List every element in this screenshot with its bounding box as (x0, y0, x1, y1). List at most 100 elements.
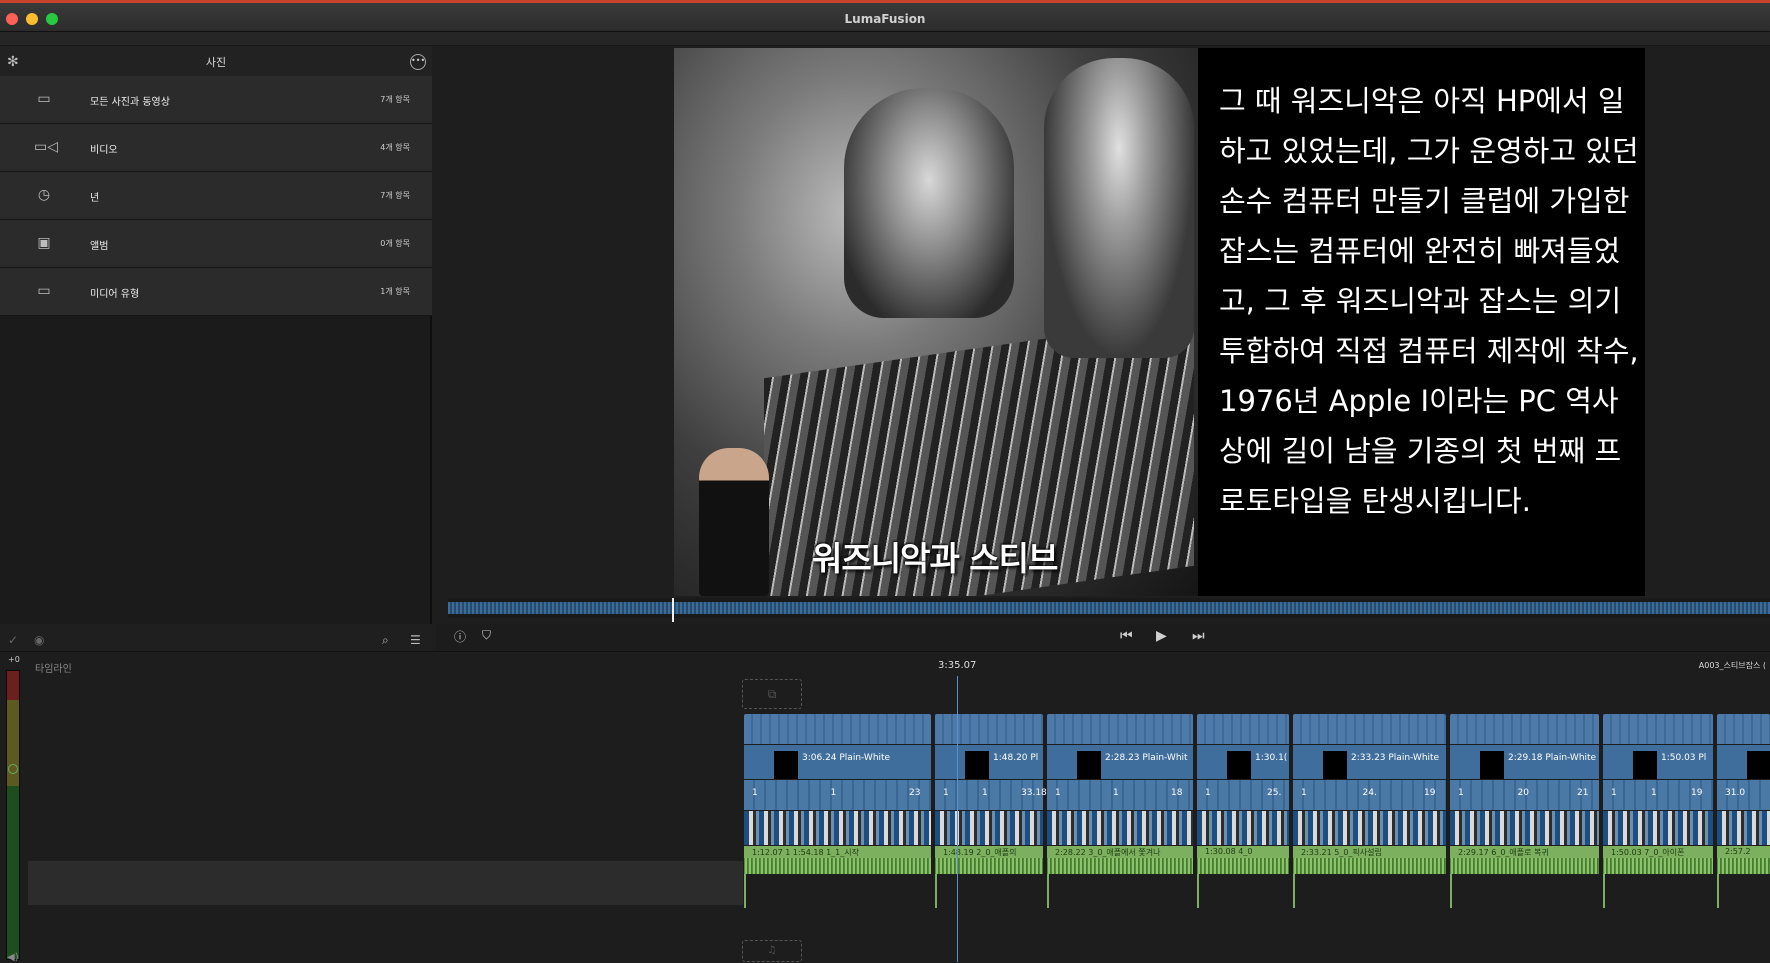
audio-clip-label: 2:57.2 (1725, 847, 1751, 856)
overlay-marker-label: 1 (1611, 788, 1617, 798)
scrub-playhead[interactable] (672, 598, 674, 622)
photo-thumbnails-band (1450, 811, 1599, 845)
audio-waveform (1603, 858, 1713, 874)
timeline-clip[interactable]: 1:30.1(1 25. 1:30.08 4_0 (1197, 714, 1289, 908)
album-icon: ▣ (37, 235, 51, 251)
skip-back-button[interactable]: ⏮ (1120, 628, 1133, 644)
add-audio-placeholder[interactable]: ♫ (742, 940, 802, 962)
timeline-clip[interactable]: 2:33.23 Plain-White 1 24. 19 2:33.21 5_0_픽사설… (1293, 714, 1446, 908)
timeline-clip[interactable]: 31.0 2:57.2 (1717, 714, 1770, 908)
clip-duration-label: 1:30.1( (1255, 753, 1288, 763)
overlay-track-band: 31.0 (1717, 780, 1770, 810)
overlay-marker-label: 23 (909, 788, 921, 798)
skip-forward-button[interactable]: ⏭ (1192, 628, 1205, 644)
overlay-marker-label: 20 (1517, 788, 1529, 798)
video-track-band: 2:28.23 Plain-Whit (1047, 745, 1193, 779)
track-highlight (28, 861, 743, 905)
audio-track-band: 2:29.17 6_0_애플로 복귀 (1450, 846, 1599, 874)
audio-track-band: 1:12.07 1 1:54.18 1_1_시작 (744, 846, 931, 874)
video-track-band: 2:29.18 Plain-White (1450, 745, 1599, 779)
audio-waveform (1293, 858, 1446, 874)
overlay-marker-label: 33.18 (1021, 788, 1047, 798)
audio-clip-label: 2:33.21 5_0_픽사설립 (1301, 848, 1382, 857)
title-track-band (1603, 714, 1713, 744)
title-track-band (1450, 714, 1599, 744)
video-track-band: 1:48.20 Pl (935, 745, 1043, 779)
library-row-media-types[interactable]: ▭ 미디어 유형 1개 항목 (0, 268, 432, 316)
library-row-label: 앨범 (90, 241, 109, 252)
library-panel: ✻ 사진 ••• ▭ 모든 사진과 동영상 7개 항목 ▭◁ 비디오 4개 항목… (0, 46, 432, 654)
overlay-marker-label: 18 (1171, 788, 1183, 798)
audio-clip-label: 2:28.22 3_0_애플에서 쫓겨나 (1055, 848, 1161, 857)
timeline-clip[interactable]: 2:28.23 Plain-Whit 1 1 18 2:28.22 3_0_애플에서 쫓… (1047, 714, 1193, 908)
transport-bar: ⓘ ⛉ ⏮ ▶ ⏭ (436, 624, 1770, 650)
overlay-marker-label: 1 (1205, 788, 1211, 798)
video-camera-icon: ▭◁ (34, 139, 58, 155)
speaker-icon[interactable]: ◀) (7, 952, 19, 963)
clip-thumbnail (774, 751, 798, 779)
info-icon[interactable]: ⓘ (454, 628, 466, 645)
clip-duration-label: 1:50.03 Pl (1661, 753, 1707, 763)
library-row-videos[interactable]: ▭◁ 비디오 4개 항목 (0, 124, 432, 172)
timeline-clip[interactable]: 1:50.03 Pl 1 1 19 1:50.03 7_0_아이폰 (1603, 714, 1713, 908)
audio-clip-edge (1603, 874, 1605, 908)
timeline-clip[interactable]: 2:29.18 Plain-White 1 20 21 2:29.17 6_0_애플로 … (1450, 714, 1599, 908)
volume-knob[interactable] (8, 764, 18, 774)
overlay-marker-label: 31.0 (1725, 788, 1746, 798)
video-caption: 워즈니악과 스티브 (812, 539, 1058, 578)
clip-thumbnail (1077, 751, 1101, 779)
library-row-years[interactable]: ◷ 년 7개 항목 (0, 172, 432, 220)
video-track-band: 1:30.1( (1197, 745, 1289, 779)
scrub-bar[interactable] (448, 598, 1770, 622)
photo-thumbnails-band (935, 811, 1043, 845)
video-track-band (1717, 745, 1770, 779)
audio-waveform (935, 858, 1043, 874)
library-row-count: 1개 항목 (380, 287, 410, 296)
library-list: ▭ 모든 사진과 동영상 7개 항목 ▭◁ 비디오 4개 항목 ◷ 년 7개 항… (0, 76, 432, 316)
timeline-clip[interactable]: 3:06.24 Plain-White 1 1 23 1:12.07 1 1:54.18… (744, 714, 931, 908)
ellipsis-circle-icon[interactable]: ••• (410, 54, 426, 70)
library-row-count: 0개 항목 (380, 239, 410, 248)
overlay-marker-label: 1 (1651, 788, 1657, 798)
play-button[interactable]: ▶ (1156, 628, 1167, 644)
add-overlay-placeholder[interactable]: ⧉ (742, 679, 802, 709)
person-image (844, 88, 1014, 318)
title-track-band (1047, 714, 1193, 744)
video-frame[interactable]: 워즈니악과 스티브 그 때 워즈니악은 아직 HP에서 일하고 있었는데, 그가… (674, 48, 1645, 596)
search-icon[interactable]: ⌕ (382, 633, 389, 648)
audio-track-band: 2:28.22 3_0_애플에서 쫓겨나 (1047, 846, 1193, 874)
photo-thumbnails-band (1197, 811, 1289, 845)
audio-waveform (1717, 858, 1770, 874)
narration-text: 그 때 워즈니악은 아직 HP에서 일하고 있었는데, 그가 운영하고 있던 손… (1219, 84, 1639, 518)
record-icon[interactable]: ◉ (34, 633, 44, 647)
folder-icon: ▭ (37, 91, 51, 107)
library-row-albums[interactable]: ▣ 앨범 0개 항목 (0, 220, 432, 268)
clip-thumbnail (1323, 751, 1347, 779)
library-header: ✻ 사진 ••• (0, 46, 432, 76)
audio-clip-edge (1047, 874, 1049, 908)
audio-clip-label: 1:30.08 4_0 (1205, 847, 1253, 856)
video-track-band: 3:06.24 Plain-White (744, 745, 931, 779)
calendar-photo-icon: ◷ (37, 187, 51, 203)
library-options-icon[interactable]: ☰ (410, 633, 421, 647)
overlay-marker-label: 1 (1113, 788, 1119, 798)
title-bar: LumaFusion (0, 0, 1770, 32)
checkmark-icon[interactable]: ✓ (8, 633, 18, 647)
audio-clip-label: 1:50.03 7_0_아이폰 (1611, 848, 1685, 857)
marker-icon[interactable]: ⛉ (482, 628, 491, 643)
overlay-marker-label: 1 (1458, 788, 1464, 798)
overlay-marker-label: 19 (1691, 788, 1703, 798)
audio-clip-edge (1197, 874, 1199, 908)
photo-thumbnails-band (1293, 811, 1446, 845)
timeline-playhead[interactable] (957, 676, 958, 962)
timeline-clip[interactable]: 1:48.20 Pl 1 1 33.18 1:48.19 2_0_애플의 (935, 714, 1047, 908)
audio-waveform (1047, 858, 1193, 874)
overlay-marker-label: 1 (1301, 788, 1307, 798)
archival-photo (674, 48, 1198, 596)
overlay-marker-label: 19 (1424, 788, 1436, 798)
overlay-marker-label: 1 (1055, 788, 1061, 798)
title-track-band (1717, 714, 1770, 744)
library-row-all-photos[interactable]: ▭ 모든 사진과 동영상 7개 항목 (0, 76, 432, 124)
library-row-label: 미디어 유형 (90, 289, 140, 300)
clip-thumbnail (1747, 751, 1770, 779)
